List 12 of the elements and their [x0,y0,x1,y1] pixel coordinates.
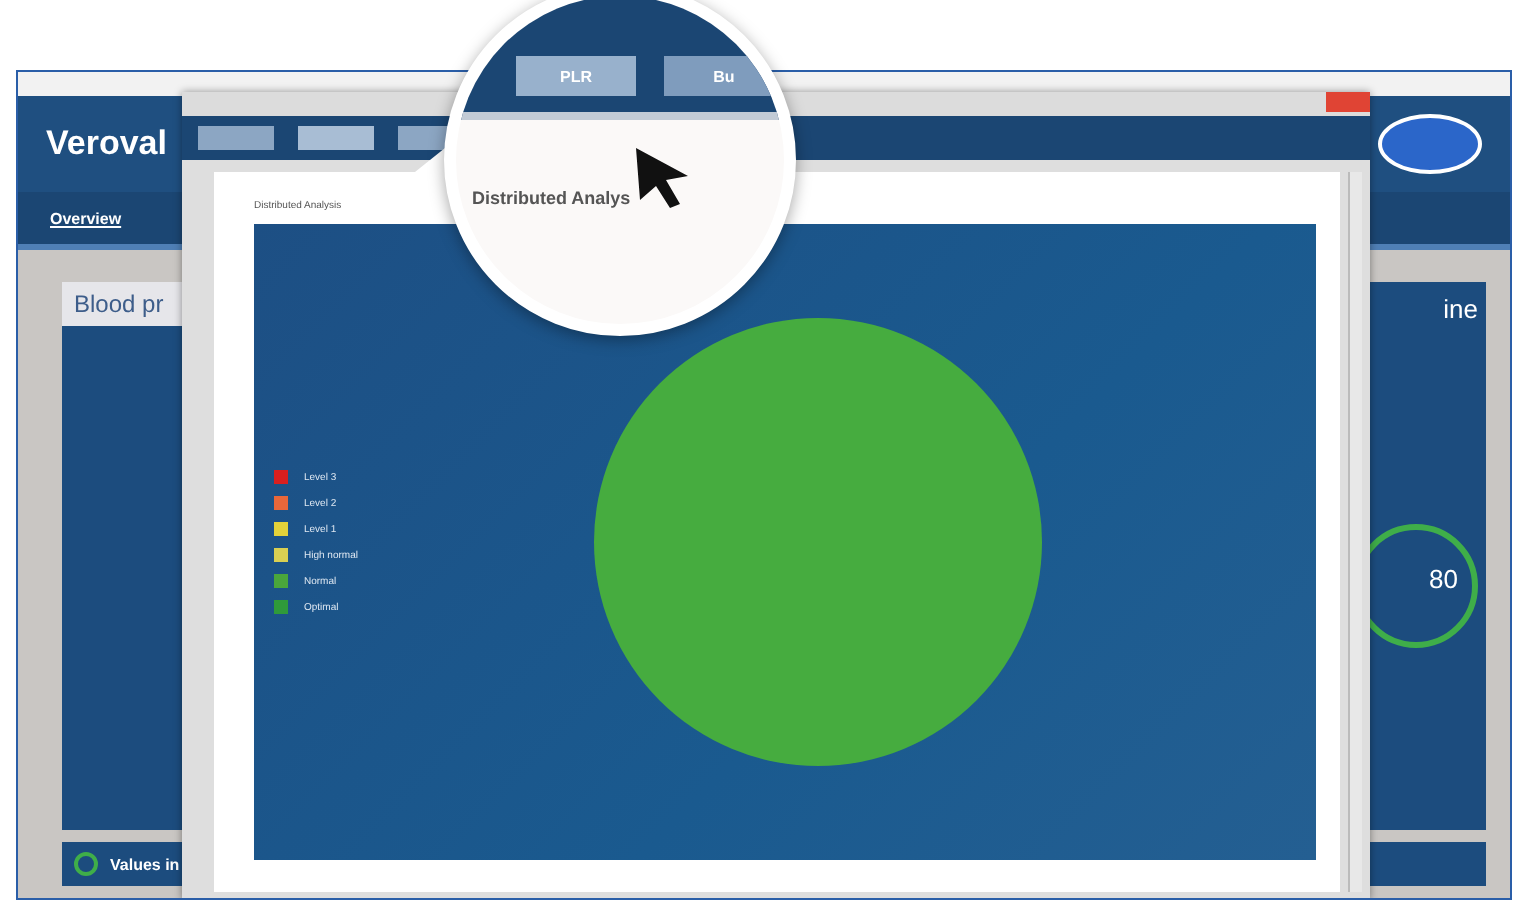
report-heading: Distributed Analys [472,188,631,208]
brand-logo-icon [1378,114,1482,174]
cursor-icon [632,144,692,212]
values-label: Values in [110,855,180,873]
status-icon [74,852,98,876]
gauge-reading: 80 [1429,564,1458,594]
scrollbar[interactable] [1348,172,1362,892]
panel-title: ine [1441,294,1478,324]
nav-tab[interactable]: Overview [42,205,130,231]
app-logo: Veroval [46,124,167,164]
tab[interactable]: PLR [516,56,636,96]
close-button[interactable] [1326,92,1370,112]
